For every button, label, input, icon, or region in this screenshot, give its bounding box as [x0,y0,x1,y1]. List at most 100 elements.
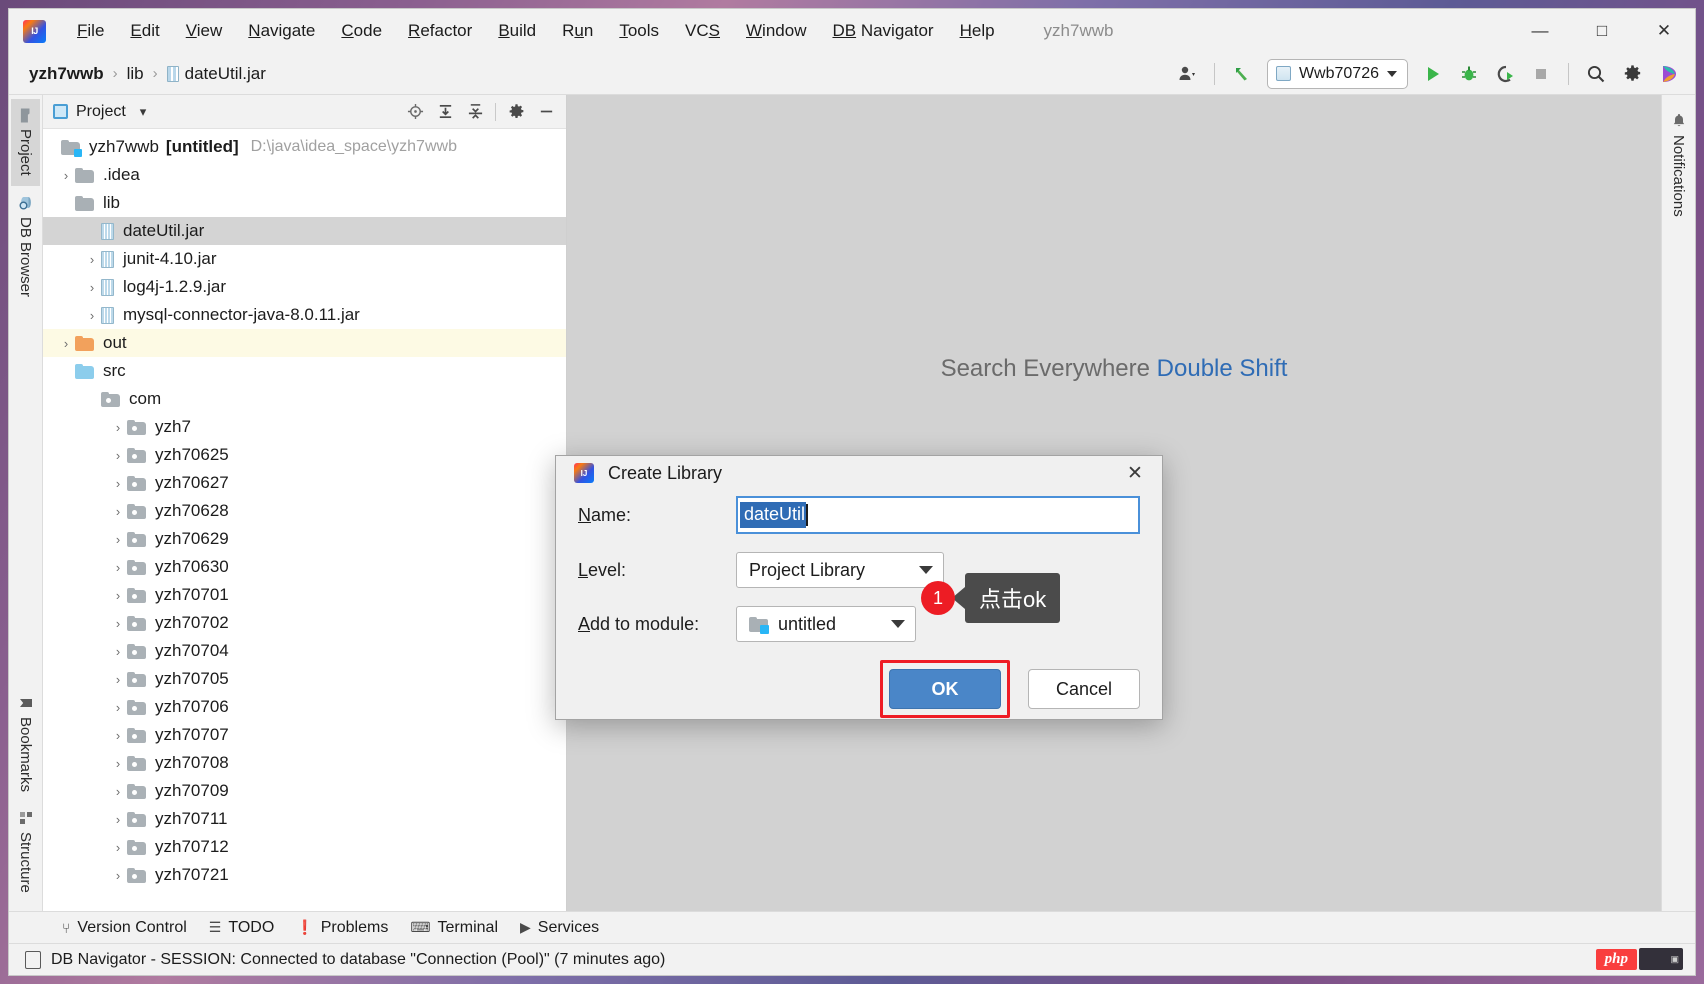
breadcrumb-item-yzh7wwb[interactable]: yzh7wwb [25,62,108,86]
run-configuration-selector[interactable]: Wwb70726 [1267,59,1408,89]
menu-item-help[interactable]: Help [947,17,1008,45]
tree-node-dateutil-jar[interactable]: dateUtil.jar [43,217,566,245]
chevron-down-icon[interactable]: ⱟ [83,392,101,407]
tree-node-yzh7wwb[interactable]: ⱟ yzh7wwb [untitled] D:\java\idea_space\yzh… [43,133,566,161]
sidebar-item-notifications[interactable]: Notifications [1664,103,1693,227]
tree-node-yzh70701[interactable]: › yzh70701 [43,581,566,609]
chevron-right-icon[interactable]: › [109,812,127,827]
chevron-right-icon[interactable]: › [83,308,101,323]
chevron-right-icon[interactable]: › [109,700,127,715]
chevron-right-icon[interactable]: › [57,336,75,351]
breadcrumb-item-lib[interactable]: lib [123,62,148,86]
stop-icon[interactable] [1524,59,1558,89]
search-icon[interactable] [1579,59,1613,89]
bottom-tool-services[interactable]: ▶ Services [511,916,608,940]
maximize-button[interactable]: □ [1571,9,1633,53]
menu-item-edit[interactable]: Edit [117,17,172,45]
tree-node-log4j-1-2-9-jar[interactable]: › log4j-1.2.9.jar [43,273,566,301]
menu-item-vcs[interactable]: VCS [672,17,733,45]
chevron-down-icon[interactable]: ⱟ [57,196,75,211]
menu-item-run[interactable]: Run [549,17,606,45]
breadcrumb-item-dateutil-jar[interactable]: dateUtil.jar [163,62,270,86]
collapse-all-icon[interactable] [461,99,489,125]
chevron-right-icon[interactable]: › [109,476,127,491]
run-with-coverage-icon[interactable] [1488,59,1522,89]
select-opened-file-icon[interactable] [401,99,429,125]
chevron-right-icon[interactable]: › [57,168,75,183]
sidebar-item-db-browser[interactable]: DB Browser [11,186,40,307]
menu-item-code[interactable]: Code [328,17,395,45]
tree-node-yzh70627[interactable]: › yzh70627 [43,469,566,497]
tree-node-yzh70629[interactable]: › yzh70629 [43,525,566,553]
chevron-down-icon[interactable]: ▾ [140,104,147,120]
chevron-right-icon[interactable]: › [109,868,127,883]
chevron-right-icon[interactable]: › [83,280,101,295]
add-to-module-select[interactable]: untitled [736,606,916,642]
bottom-tool-problems[interactable]: ❗ Problems [287,916,397,940]
sidebar-item-project[interactable]: Project [11,99,40,186]
options-gear-icon[interactable] [502,99,530,125]
bottom-tool-todo[interactable]: ☰ TODO [200,916,284,940]
menu-item-build[interactable]: Build [485,17,549,45]
close-button[interactable]: ✕ [1633,9,1695,53]
ai-assistant-icon[interactable] [1651,59,1685,89]
account-icon[interactable] [1170,59,1204,89]
breadcrumb[interactable]: yzh7wwb › lib › dateUtil.jar [25,62,270,86]
menu-item-view[interactable]: View [173,17,236,45]
sidebar-item-bookmarks[interactable]: Bookmarks [11,686,40,802]
tree-node-yzh70628[interactable]: › yzh70628 [43,497,566,525]
bottom-tool-version-control[interactable]: ⑂ Version Control [53,916,196,940]
tree-node-yzh70712[interactable]: › yzh70712 [43,833,566,861]
run-icon[interactable] [1416,59,1450,89]
project-panel-title-group[interactable]: Project ▾ [53,103,146,121]
hide-panel-icon[interactable] [532,99,560,125]
chevron-right-icon[interactable]: › [109,532,127,547]
tree-node-yzh70630[interactable]: › yzh70630 [43,553,566,581]
settings-icon[interactable] [1615,59,1649,89]
chevron-right-icon[interactable]: › [109,784,127,799]
chevron-down-icon[interactable]: ⱟ [57,364,75,379]
sidebar-item-structure[interactable]: Structure [11,802,40,903]
menu-item-db-navigator[interactable]: DB Navigator [819,17,946,45]
update-project-icon[interactable] [1225,59,1259,89]
tree-node--idea[interactable]: › .idea [43,161,566,189]
project-tree[interactable]: ⱟ yzh7wwb [untitled] D:\java\idea_space\yzh… [43,129,566,911]
tree-node-yzh70704[interactable]: › yzh70704 [43,637,566,665]
tree-node-yzh70702[interactable]: › yzh70702 [43,609,566,637]
menu-item-file[interactable]: File [64,17,117,45]
tree-node-yzh70711[interactable]: › yzh70711 [43,805,566,833]
tree-node-junit-4-10-jar[interactable]: › junit-4.10.jar [43,245,566,273]
menu-item-navigate[interactable]: Navigate [235,17,328,45]
menu-item-refactor[interactable]: Refactor [395,17,485,45]
tree-node-src[interactable]: ⱟ src [43,357,566,385]
main-menu[interactable]: File Edit View Navigate Code Refactor Build Run… [64,17,1008,45]
chevron-right-icon[interactable]: › [109,616,127,631]
tree-node-yzh70705[interactable]: › yzh70705 [43,665,566,693]
chevron-right-icon[interactable]: › [109,504,127,519]
menu-item-tools[interactable]: Tools [606,17,672,45]
chevron-right-icon[interactable]: › [83,252,101,267]
chevron-right-icon[interactable]: › [109,672,127,687]
tree-node-lib[interactable]: ⱟ lib [43,189,566,217]
dialog-close-button[interactable]: ✕ [1118,456,1152,490]
tree-node-yzh70706[interactable]: › yzh70706 [43,693,566,721]
chevron-right-icon[interactable]: › [109,728,127,743]
tree-node-mysql-connector-java-8-0-11-jar[interactable]: › mysql-connector-java-8.0.11.jar [43,301,566,329]
minimize-button[interactable]: — [1509,9,1571,53]
chevron-right-icon[interactable]: › [109,560,127,575]
tree-node-yzh70707[interactable]: › yzh70707 [43,721,566,749]
chevron-right-icon[interactable]: › [109,588,127,603]
chevron-right-icon[interactable]: › [109,840,127,855]
debug-icon[interactable] [1452,59,1486,89]
chevron-right-icon[interactable]: › [109,420,127,435]
bottom-tool-terminal[interactable]: ⌨ Terminal [401,916,507,940]
chevron-down-icon[interactable]: ⱟ [43,140,61,155]
level-select[interactable]: Project Library [736,552,944,588]
library-name-input[interactable]: dateUtil [736,496,1140,534]
menu-item-window[interactable]: Window [733,17,819,45]
tree-node-yzh70721[interactable]: › yzh70721 [43,861,566,889]
ok-button[interactable]: OK [889,669,1001,709]
tree-node-yzh70709[interactable]: › yzh70709 [43,777,566,805]
chevron-right-icon[interactable]: › [109,644,127,659]
chevron-right-icon[interactable]: › [109,756,127,771]
